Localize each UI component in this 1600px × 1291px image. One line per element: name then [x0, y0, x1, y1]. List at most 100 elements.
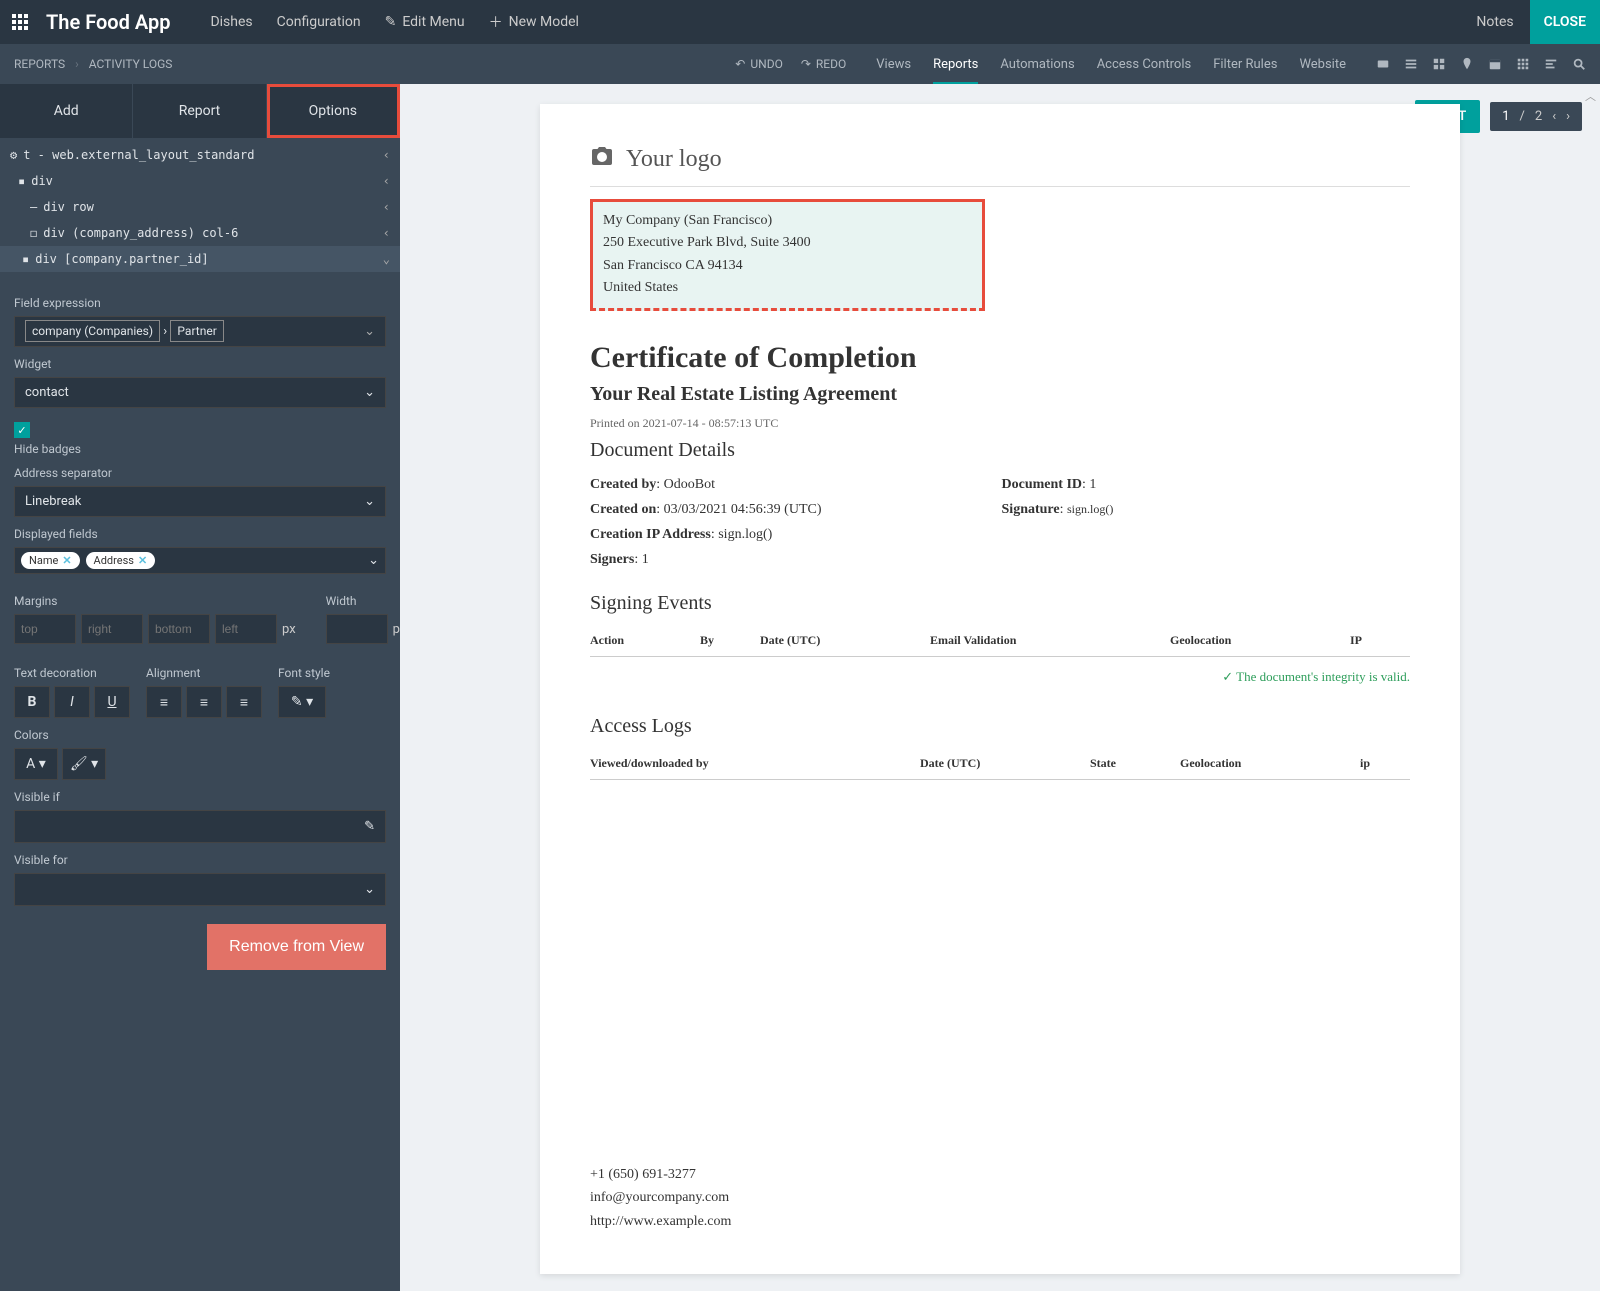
tab-access-controls[interactable]: Access Controls	[1097, 45, 1192, 84]
displayed-fields-select[interactable]: Name✕ Address✕ ⌄	[14, 547, 386, 574]
redo-button[interactable]: ↷REDO	[801, 57, 846, 71]
content-area: ︿ PRINT 1 / 2 ‹ › Your logo My Company (…	[400, 84, 1600, 1291]
list-view-icon[interactable]	[1404, 57, 1418, 71]
visible-if-input[interactable]: ✎	[14, 810, 386, 843]
folder-icon: ▪	[22, 252, 29, 266]
apps-icon[interactable]	[12, 14, 28, 30]
logo-text: Your logo	[626, 146, 722, 173]
undo-redo: ↶UNDO ↷REDO	[735, 57, 846, 71]
sidebar-tab-add[interactable]: Add	[0, 84, 133, 138]
italic-button[interactable]: I	[54, 686, 90, 718]
align-left-button[interactable]: ≡	[146, 686, 182, 718]
doc-subtitle: Your Real Estate Listing Agreement	[590, 383, 1410, 406]
remove-tag-icon[interactable]: ✕	[138, 554, 147, 567]
breadcrumb-reports[interactable]: REPORTS	[14, 57, 65, 71]
text-color-button[interactable]: A ▾	[14, 748, 58, 780]
kanban-view-icon[interactable]	[1432, 57, 1446, 71]
address-separator-label: Address separator	[14, 466, 386, 480]
form-view-icon[interactable]	[1544, 57, 1558, 71]
width-unit: px	[393, 622, 400, 637]
signature-colon: :	[1060, 502, 1067, 517]
grid-icon[interactable]	[1516, 57, 1530, 71]
sidebar-tab-options[interactable]: Options	[267, 84, 400, 138]
text-decoration-label: Text decoration	[14, 666, 130, 680]
chevron-down-icon: ⌄	[364, 882, 375, 897]
signature-label: Signature	[1002, 502, 1060, 517]
breadcrumb-sep: ›	[75, 57, 79, 71]
nav-dishes[interactable]: Dishes	[210, 14, 252, 30]
width-input[interactable]	[326, 614, 388, 644]
hide-badges-checkbox[interactable]: ✓	[14, 422, 30, 438]
undo-button[interactable]: ↶UNDO	[735, 57, 783, 71]
tree-row-template[interactable]: ⚙t - web.external_layout_standard ‹	[0, 142, 400, 168]
remove-from-view-button[interactable]: Remove from View	[207, 924, 386, 970]
margin-bottom-input[interactable]	[148, 614, 210, 644]
tab-website[interactable]: Website	[1299, 45, 1346, 84]
tab-filter-rules[interactable]: Filter Rules	[1213, 45, 1277, 84]
tree-row-partner-id[interactable]: ▪div [company.partner_id] ⌄	[0, 246, 400, 272]
widget-value: contact	[25, 385, 69, 400]
tree-label-0: t - web.external_layout_standard	[23, 148, 254, 162]
sidebar-tab-report[interactable]: Report	[133, 84, 266, 138]
map-pin-icon[interactable]	[1460, 57, 1474, 71]
th-by: By	[700, 633, 760, 648]
sidebar: Add Report Options ⚙ t - web.external_lay…	[0, 84, 400, 1291]
tree-row-divrow[interactable]: —div row ‹	[0, 194, 400, 220]
underline-button[interactable]: U	[94, 686, 130, 718]
close-button[interactable]: CLOSE	[1530, 0, 1600, 44]
remove-tag-icon[interactable]: ✕	[62, 554, 71, 567]
visible-for-input[interactable]: ⌄	[14, 873, 386, 906]
font-style-button[interactable]: ✎ ▾	[278, 686, 326, 718]
creation-ip-label: Creation IP Address	[590, 527, 711, 542]
align-center-button[interactable]: ≡	[186, 686, 222, 718]
breadcrumb: REPORTS › ACTIVITY LOGS	[14, 57, 172, 71]
align-right-button[interactable]: ≡	[226, 686, 262, 718]
field-company-pill: company (Companies)	[25, 320, 160, 342]
page-prev-button[interactable]: ‹	[1552, 109, 1556, 124]
notes-link[interactable]: Notes	[1476, 14, 1513, 30]
company-address-box[interactable]: My Company (San Francisco) 250 Executive…	[590, 199, 985, 311]
folder-icon: ▪	[18, 174, 25, 188]
undo-icon: ↶	[735, 57, 745, 71]
nav-new-model[interactable]: ＋ New Model	[489, 12, 579, 32]
document-details-heading: Document Details	[590, 439, 1410, 462]
card-view-icon[interactable]	[1376, 57, 1390, 71]
th-email: Email Validation	[930, 633, 1170, 648]
margin-top-input[interactable]	[14, 614, 76, 644]
address-separator-select[interactable]: Linebreak ⌄	[14, 486, 386, 517]
company-country: United States	[603, 277, 972, 299]
field-expression-select[interactable]: company (Companies) › Partner ⌄	[14, 316, 386, 347]
calendar-icon[interactable]	[1488, 57, 1502, 71]
tab-views[interactable]: Views	[876, 45, 911, 84]
breadcrumb-activity[interactable]: ACTIVITY LOGS	[89, 57, 173, 71]
page-next-button[interactable]: ›	[1566, 109, 1570, 124]
margin-left-input[interactable]	[215, 614, 277, 644]
th2-date: Date (UTC)	[920, 756, 1090, 771]
tab-automations[interactable]: Automations	[1000, 45, 1074, 84]
search-icon[interactable]	[1572, 57, 1586, 71]
tab-reports[interactable]: Reports	[933, 45, 978, 84]
margin-right-input[interactable]	[81, 614, 143, 644]
page-sep: /	[1520, 109, 1525, 124]
signing-events-header: Action By Date (UTC) Email Validation Ge…	[590, 625, 1410, 657]
xml-tree: ⚙ t - web.external_layout_standard ‹ ▪div…	[0, 138, 400, 276]
footer-email: info@yourcompany.com	[590, 1186, 731, 1210]
th-geo: Geolocation	[1170, 633, 1350, 648]
gear-icon: ⚙	[10, 148, 17, 162]
margins-label: Margins	[14, 594, 296, 608]
bold-button[interactable]: B	[14, 686, 50, 718]
scroll-up-icon[interactable]: ︿	[1585, 88, 1596, 104]
address-separator-value: Linebreak	[25, 494, 81, 509]
tree-row-div1[interactable]: ▪div ‹	[0, 168, 400, 194]
tag-name: Name✕	[21, 552, 80, 569]
bg-color-button[interactable]: 🖌 ▾	[62, 748, 106, 780]
app-title: The Food App	[46, 10, 170, 34]
top-header: The Food App Dishes Configuration ✎ Edit…	[0, 0, 1600, 44]
field-partner-pill: Partner	[170, 320, 223, 342]
th2-state: State	[1090, 756, 1180, 771]
nav-configuration[interactable]: Configuration	[277, 14, 361, 30]
chevron-left-icon: ‹	[383, 226, 390, 240]
widget-select[interactable]: contact ⌄	[14, 377, 386, 408]
tree-row-company-address[interactable]: ◻div (company_address) col-6 ‹	[0, 220, 400, 246]
nav-edit-menu[interactable]: ✎ Edit Menu	[385, 14, 465, 30]
